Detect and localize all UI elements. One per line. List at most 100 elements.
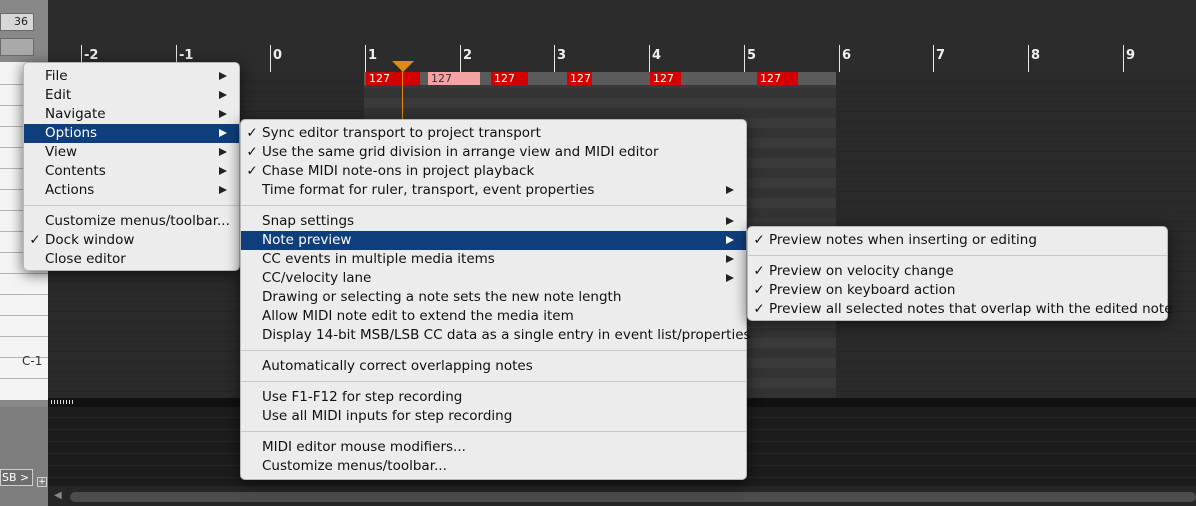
ruler-tick <box>839 45 840 72</box>
menu-item-label: Use the same grid division in arrange vi… <box>262 144 659 160</box>
menu-item-preview-on-velocity-change[interactable]: ✓ Preview on velocity change <box>748 262 1167 281</box>
menu-item-navigate[interactable]: Navigate <box>24 105 239 124</box>
menu-item-drawing-or-selecting-a-note-sets-the-new-note-length[interactable]: Drawing or selecting a note sets the new… <box>241 288 746 307</box>
note-velocity[interactable]: 127 <box>366 72 420 85</box>
ruler-label: 9 <box>1126 48 1136 63</box>
checkmark-icon: ✓ <box>753 282 765 298</box>
menu-item-label: Customize menus/toolbar... <box>45 213 230 229</box>
ruler-tick <box>649 45 650 72</box>
piano-key[interactable] <box>0 315 48 316</box>
menu-item-use-all-midi-inputs-for-step-recording[interactable]: Use all MIDI inputs for step recording <box>241 407 746 426</box>
menu-item-label: File <box>45 68 68 84</box>
menu-item-automatically-correct-overlapping-notes[interactable]: Automatically correct overlapping notes <box>241 357 746 376</box>
menu-item-options[interactable]: Options <box>24 124 239 143</box>
menu-item-preview-notes-when-inserting-or-editing[interactable]: ✓ Preview notes when inserting or editing <box>748 231 1167 250</box>
menu-item-customize-menus-toolbar[interactable]: Customize menus/toolbar... <box>24 212 239 231</box>
menu-item-sync-editor-transport-to-project-transport[interactable]: ✓ Sync editor transport to project transp… <box>241 124 746 143</box>
ruler-tick <box>933 45 934 72</box>
piano-key[interactable] <box>0 378 48 379</box>
menu-item-label: Edit <box>45 87 72 103</box>
menu-item-close-editor[interactable]: Close editor <box>24 250 239 269</box>
piano-key[interactable] <box>0 294 48 295</box>
add-lane-icon[interactable]: + <box>37 477 47 487</box>
note-velocity[interactable]: 127 <box>650 72 681 85</box>
piano-key[interactable] <box>0 336 48 337</box>
menu-item-file[interactable]: File <box>24 67 239 86</box>
menu-item-preview-on-keyboard-action[interactable]: ✓ Preview on keyboard action <box>748 281 1167 300</box>
menu-item-label: Actions <box>45 182 95 198</box>
ruler-label: 8 <box>1031 48 1041 63</box>
menu-item-use-the-same-grid-division-in-arrange-view-and-midi-editor[interactable]: ✓ Use the same grid division in arrange v… <box>241 143 746 162</box>
menu-item-label: View <box>45 144 78 160</box>
menu-item-midi-editor-mouse-modifiers[interactable]: MIDI editor mouse modifiers... <box>241 438 746 457</box>
menu-item-chase-midi-note-ons-in-project-playback[interactable]: ✓ Chase MIDI note-ons in project playback <box>241 162 746 181</box>
checkmark-icon: ✓ <box>246 125 258 141</box>
submenu-arrow-icon <box>219 72 227 80</box>
cc-lane-header <box>0 407 48 506</box>
menu-item-label: Allow MIDI note edit to extend the media… <box>262 308 574 324</box>
menu-item-label: Drawing or selecting a note sets the new… <box>262 289 622 305</box>
ruler-tick <box>1123 45 1124 72</box>
ruler-tick <box>554 45 555 72</box>
zoom-field-secondary[interactable] <box>0 38 34 56</box>
checkmark-icon: ✓ <box>753 232 765 248</box>
checkmark-icon: ✓ <box>246 163 258 179</box>
menu-item-label: Display 14-bit MSB/LSB CC data as a sing… <box>262 327 751 343</box>
ruler-tick <box>1028 45 1029 72</box>
menu-item-label: Preview on keyboard action <box>769 282 956 298</box>
item-row <box>364 108 836 118</box>
menu-item-display-14-bit-msb-lsb-cc-data-as-a-single-entry-in-event-list-properties[interactable]: Display 14-bit MSB/LSB CC data as a sing… <box>241 326 751 345</box>
ruler-label: 0 <box>273 48 283 63</box>
playhead-marker-icon[interactable] <box>392 61 414 72</box>
menu-item-label: Sync editor transport to project transpo… <box>262 125 541 141</box>
menu-item-edit[interactable]: Edit <box>24 86 239 105</box>
menu-item-label: Preview on velocity change <box>769 263 954 279</box>
submenu-arrow-icon <box>726 274 734 282</box>
menu-item-preview-all-selected-notes-that-overlap-with-the-edited-note[interactable]: ✓ Preview all selected notes that overlap… <box>748 300 1172 319</box>
menu-item-allow-midi-note-edit-to-extend-the-media-item[interactable]: Allow MIDI note edit to extend the media… <box>241 307 746 326</box>
ruler-tick <box>270 45 271 72</box>
menu-item-cc-velocity-lane[interactable]: CC/velocity lane <box>241 269 746 288</box>
menu-item-customize-menus-toolbar[interactable]: Customize menus/toolbar... <box>241 457 746 476</box>
ruler-label: 5 <box>747 48 757 63</box>
menu-item-actions[interactable]: Actions <box>24 181 239 200</box>
menu-item-view[interactable]: View <box>24 143 239 162</box>
submenu-arrow-icon <box>726 217 734 225</box>
menu-item-cc-events-in-multiple-media-items[interactable]: CC events in multiple media items <box>241 250 746 269</box>
menu-item-dock-window[interactable]: ✓ Dock window <box>24 231 239 250</box>
zoom-field[interactable]: 36 <box>0 13 34 31</box>
menu-separator <box>241 350 746 352</box>
menu-item-snap-settings[interactable]: Snap settings <box>241 212 746 231</box>
note-velocity[interactable]: 127 <box>428 72 480 85</box>
menu-item-note-preview[interactable]: Note preview <box>241 231 746 250</box>
cc-lane-selector-button[interactable]: SB > <box>0 469 33 486</box>
item-row <box>364 88 836 98</box>
checkmark-icon: ✓ <box>753 301 765 317</box>
note-velocity[interactable]: 127 <box>757 72 798 85</box>
menu-item-label: Dock window <box>45 232 135 248</box>
context-menu: File Edit Navigate Options View Contents Actio… <box>23 62 240 271</box>
submenu-arrow-icon <box>219 186 227 194</box>
menu-separator <box>24 205 239 207</box>
submenu-arrow-icon <box>219 129 227 137</box>
menu-item-label: Navigate <box>45 106 106 122</box>
key-label: C-1 <box>22 354 43 368</box>
menu-item-label: Chase MIDI note-ons in project playback <box>262 163 535 179</box>
menu-item-use-f1-f12-for-step-recording[interactable]: Use F1-F12 for step recording <box>241 388 746 407</box>
menu-item-time-format-for-ruler-transport-event-properties[interactable]: Time format for ruler, transport, event … <box>241 181 746 200</box>
divider-grip-icon[interactable] <box>51 400 75 404</box>
menu-item-label: Note preview <box>262 232 352 248</box>
top-strip <box>0 0 1196 8</box>
menu-separator <box>241 381 746 383</box>
menu-item-contents[interactable]: Contents <box>24 162 239 181</box>
scrollbar-thumb[interactable] <box>70 492 1196 502</box>
note-velocity[interactable]: 127 <box>567 72 592 85</box>
menu-item-label: Customize menus/toolbar... <box>262 458 447 474</box>
ruler-tick <box>460 45 461 72</box>
ruler-label: 4 <box>652 48 662 63</box>
note-velocity[interactable]: 127 <box>491 72 528 85</box>
menu-separator <box>241 205 746 207</box>
menu-item-label: Snap settings <box>262 213 355 229</box>
piano-key[interactable] <box>0 273 48 274</box>
scroll-left-icon[interactable]: ◀ <box>54 490 62 501</box>
